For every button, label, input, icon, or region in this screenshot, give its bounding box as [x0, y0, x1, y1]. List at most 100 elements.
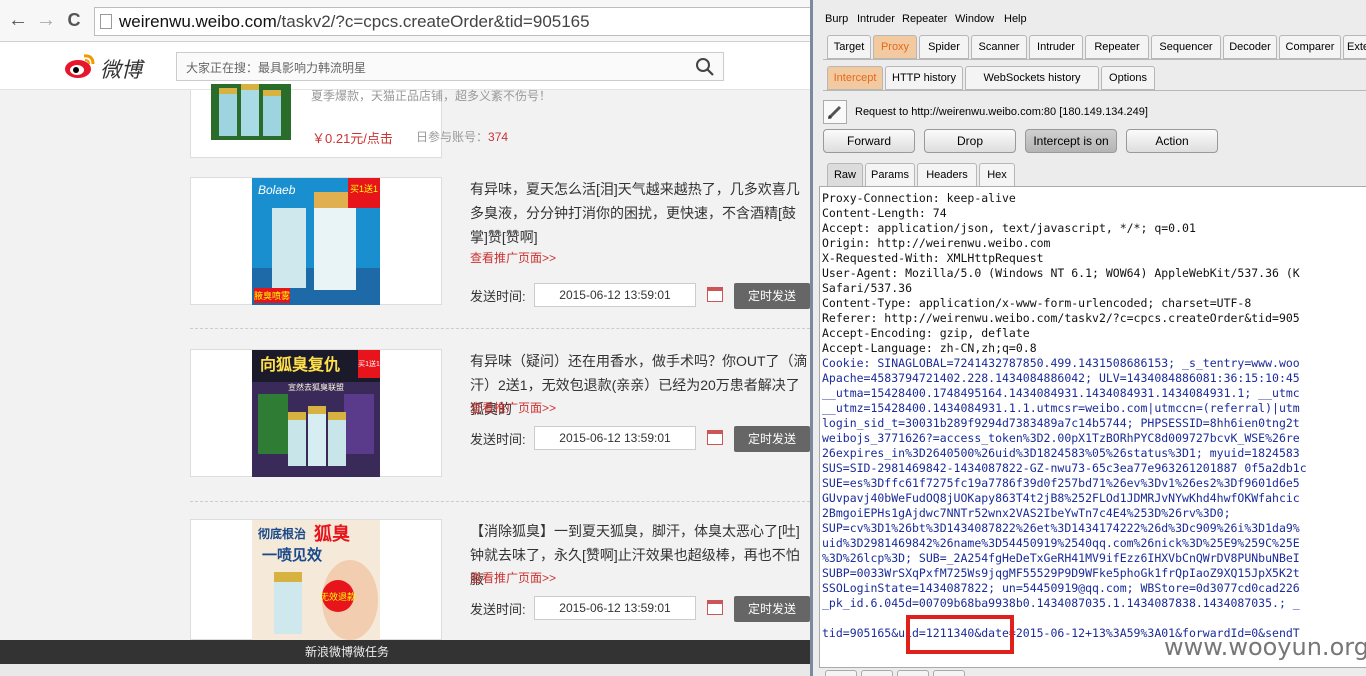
send-time-input[interactable]: 2015-06-12 13:59:01 — [534, 426, 696, 450]
watermark-text: www.wooyun.org — [1164, 633, 1366, 661]
page-footer-bar: 新浪微博微任务 — [0, 640, 810, 664]
tab-scanner[interactable]: Scanner — [971, 35, 1027, 59]
action-button[interactable]: Action — [1126, 129, 1218, 153]
tab-extender[interactable]: Exten — [1343, 35, 1366, 59]
pic-badge: 买1送1 — [358, 359, 380, 368]
header-line: Accept: application/json, text/javascrip… — [822, 221, 1196, 235]
back-button[interactable]: ← — [6, 8, 30, 32]
tab-options[interactable]: Options — [1101, 66, 1155, 90]
cookie-line: SSOLoginState=1434087822; un=54450919@qq… — [822, 581, 1300, 595]
tab-intruder[interactable]: Intruder — [1029, 35, 1083, 59]
divider — [823, 90, 1366, 91]
schedule-send-button[interactable]: 定时发送 — [734, 283, 810, 309]
cookie-line: %3D%26lcp%3D; SUB=_2A254fgHeDeTxGeRH41MV… — [822, 551, 1300, 565]
tab-decoder[interactable]: Decoder — [1223, 35, 1277, 59]
menu-help[interactable]: Help — [1004, 13, 1027, 25]
cookie-line: SUBP=0033WrSXqPxfM725Ws9jqgMF55529P9D9WF… — [822, 566, 1300, 580]
menu-repeater[interactable]: Repeater — [902, 13, 947, 25]
tab-params[interactable]: Params — [865, 163, 915, 187]
tab-intercept[interactable]: Intercept — [827, 66, 883, 90]
view-promo-link[interactable]: 查看推广页面>> — [470, 399, 556, 416]
ad-item: 彻底根治 狐臭 一喷见效 无效退款 【消除狐臭】一到夏天狐臭，脚汗，体臭太恶心了… — [190, 519, 810, 640]
header-line: Origin: http://weirenwu.weibo.com — [822, 236, 1051, 250]
calendar-icon[interactable] — [707, 287, 723, 302]
product-image: 彻底根治 狐臭 一喷见效 无效退款 — [252, 520, 380, 640]
browser-toolbar: ← → C weirenwu.weibo.com/taskv2/?c=cpcs.… — [0, 0, 810, 42]
menu-window[interactable]: Window — [955, 13, 994, 25]
schedule-send-button[interactable]: 定时发送 — [734, 596, 810, 622]
partial-desc: 夏季爆款，天猫正品店铺，超多义紊不伤号！ — [311, 89, 552, 103]
view-promo-link[interactable]: 查看推广页面>> — [470, 249, 556, 266]
search-input[interactable]: 大家正在搜：最具影响力韩流明星 — [176, 52, 724, 81]
request-target: Request to http://weirenwu.weibo.com:80 … — [855, 106, 1148, 118]
pic-subheadline: 一喷见效 — [262, 546, 323, 564]
url-domain: weirenwu.weibo.com — [119, 12, 277, 31]
tab-sequencer[interactable]: Sequencer — [1151, 35, 1221, 59]
weibo-eye-icon — [65, 54, 95, 78]
intercept-toggle-button[interactable]: Intercept is on — [1025, 129, 1117, 153]
divider — [190, 328, 810, 329]
search-placeholder: 大家正在搜：最具影响力韩流明星 — [186, 61, 367, 75]
ad-list: 夏季爆款，天猫正品店铺，超多义紊不伤号！ ￥0.21元/点击 日参与账号：374… — [190, 84, 810, 640]
cookie-line: Apache=4583794721402.228.1434084886042; … — [822, 371, 1300, 385]
forward-button[interactable]: → — [34, 8, 58, 32]
menu-burp[interactable]: Burp — [825, 13, 848, 25]
divider — [823, 59, 1366, 60]
send-time-input[interactable]: 2015-06-12 13:59:01 — [534, 596, 696, 620]
status-strip — [0, 664, 810, 676]
ad-image-frame: 彻底根治 狐臭 一喷见效 无效退款 — [190, 519, 442, 640]
header-line: Content-Length: 74 — [822, 206, 947, 220]
pic-headline-accent: 狐臭 — [314, 523, 350, 544]
cookie-line: _pk_id.6.045d=00709b68ba9938b0.143408703… — [822, 596, 1300, 610]
cookie-line: SUS=SID-2981469842-1434087822-GZ-nwu73-6… — [822, 461, 1307, 475]
menu-intruder[interactable]: Intruder — [857, 13, 895, 25]
participant-count: 日参与账号：374 — [416, 128, 508, 145]
nav-button[interactable] — [933, 670, 965, 676]
cookie-line: 26expires_in%3D2640500%26uid%3D1824583%0… — [822, 446, 1300, 460]
browser-window: ← → C weirenwu.weibo.com/taskv2/?c=cpcs.… — [0, 0, 810, 676]
tab-proxy[interactable]: Proxy — [873, 35, 917, 59]
pic-badge: 无效退款 — [320, 591, 356, 602]
header-line: Content-Type: application/x-www-form-url… — [822, 296, 1252, 310]
forward-button[interactable]: Forward — [823, 129, 915, 153]
raw-request-editor[interactable]: Proxy-Connection: keep-alive Content-Len… — [819, 186, 1366, 668]
calendar-icon[interactable] — [707, 430, 723, 445]
nav-button[interactable] — [897, 670, 929, 676]
cookie-line: Cookie: SINAGLOBAL=7241432787850.499.143… — [822, 356, 1300, 370]
ad-text: 有异味，夏天怎么活[泪]天气越来越热了，几多欢喜几多臭液，分分钟打消你的困扰，更… — [470, 181, 800, 245]
schedule-send-button[interactable]: 定时发送 — [734, 426, 810, 452]
cookie-line: weibojs_3771626?=access_token%3D2.00pX1T… — [822, 431, 1300, 445]
search-icon[interactable] — [695, 57, 715, 77]
calendar-icon[interactable] — [707, 600, 723, 615]
tab-headers[interactable]: Headers — [917, 163, 977, 187]
edit-pencil-icon[interactable] — [823, 100, 847, 124]
reload-button[interactable]: C — [62, 8, 86, 32]
price-per-click: ￥0.21元/点击 — [312, 131, 393, 146]
tab-repeater[interactable]: Repeater — [1085, 35, 1149, 59]
divider — [190, 501, 810, 502]
drop-button[interactable]: Drop — [924, 129, 1016, 153]
send-time-input[interactable]: 2015-06-12 13:59:01 — [534, 283, 696, 307]
pic-headline: 彻底根治 — [257, 526, 306, 541]
product-image: 向狐臭复仇 买1送1 宣然去狐臭联盟 — [252, 350, 380, 477]
ad-item: 买1送1 Bolaeb 腋臭喷雾 有异味，夏天怎么活[泪]天气越来越热了，几多欢… — [190, 177, 810, 319]
header-line: X-Requested-With: XMLHttpRequest — [822, 251, 1044, 265]
address-bar[interactable]: weirenwu.weibo.com/taskv2/?c=cpcs.create… — [94, 7, 810, 36]
header-line: User-Agent: Mozilla/5.0 (Windows NT 6.1;… — [822, 266, 1300, 280]
tab-comparer[interactable]: Comparer — [1279, 35, 1341, 59]
cookie-line: login_sid_t=30031b289f9294d7383489a7c14b… — [822, 416, 1300, 430]
tab-raw[interactable]: Raw — [827, 163, 863, 187]
tab-hex[interactable]: Hex — [979, 163, 1015, 187]
cookie-line: __utmz=15428400.1434084931.1.1.utmcsr=we… — [822, 401, 1300, 415]
tab-http-history[interactable]: HTTP history — [885, 66, 963, 90]
cookie-line: GUvpavj40bWeFudOQ8jUOKapy863T4t2jB8%252F… — [822, 491, 1300, 505]
nav-button[interactable] — [825, 670, 857, 676]
tab-spider[interactable]: Spider — [919, 35, 969, 59]
menu-bar: Burp Intruder Repeater Window Help — [813, 10, 1366, 30]
weibo-header: 微博 大家正在搜：最具影响力韩流明星 — [0, 42, 810, 90]
view-promo-link[interactable]: 查看推广页面>> — [470, 569, 556, 586]
count-value: 374 — [488, 130, 509, 144]
nav-button[interactable] — [861, 670, 893, 676]
tab-target[interactable]: Target — [827, 35, 871, 59]
tab-websockets-history[interactable]: WebSockets history — [965, 66, 1099, 90]
